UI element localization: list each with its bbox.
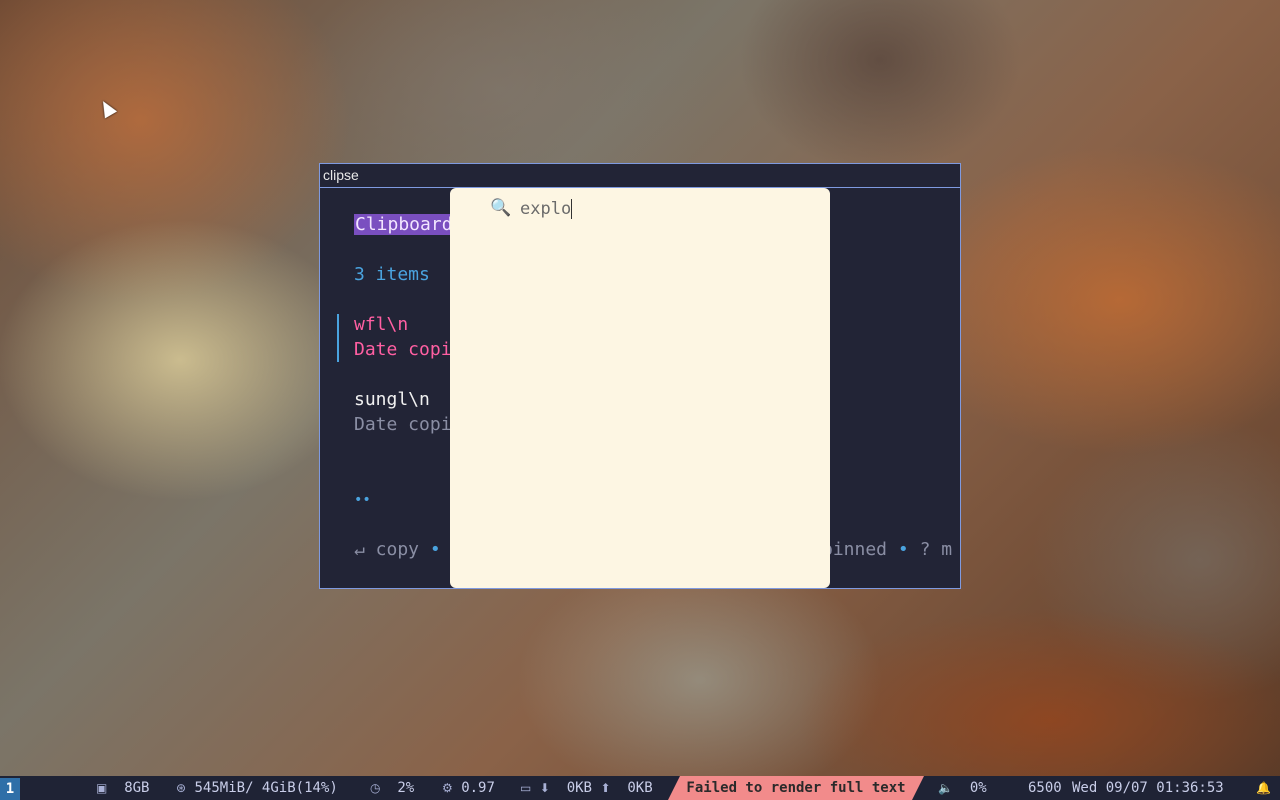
item-count: 3 items — [354, 264, 430, 285]
help-separator: • — [429, 539, 441, 560]
net-down-value: 0KB — [566, 780, 592, 796]
clipboard-item-2-text[interactable]: sungl\n — [354, 389, 430, 410]
help-copy-label: ↵ copy — [354, 539, 420, 560]
memory-value: 545MiB/ 4GiB(14%) — [194, 780, 338, 796]
disk-value: 8GB — [124, 780, 150, 796]
memory-icon: ⊛ — [176, 781, 187, 795]
color-temp-value: 6500 — [1028, 780, 1062, 796]
load-value: 0.97 — [461, 780, 495, 796]
search-popup[interactable]: 🔍 — [450, 188, 830, 588]
download-icon: ⬇ — [539, 781, 550, 795]
clipboard-item-1-date: Date copi — [354, 339, 452, 360]
cpu-icon: ◷ — [370, 781, 381, 795]
load-icon: ⚙ — [442, 781, 453, 795]
help-pinned-label: pinned — [822, 539, 888, 560]
window-title: clipse — [320, 164, 960, 188]
volume-value[interactable]: 0% — [970, 780, 987, 796]
pagination-dots: •• — [354, 492, 371, 508]
help-pinned-hint: pinned • ? m — [822, 539, 952, 560]
bell-icon[interactable]: 🔔 — [1256, 781, 1271, 795]
search-icon: 🔍 — [490, 198, 512, 218]
workspace-indicator[interactable]: 1 — [0, 778, 20, 800]
search-input[interactable] — [520, 198, 800, 220]
volume-icon: 🔈 — [938, 781, 953, 795]
text-caret — [571, 199, 572, 219]
error-message: Failed to render full text — [668, 776, 924, 800]
upload-icon: ⬆ — [600, 781, 611, 795]
disk-icon: ▣ — [96, 781, 108, 795]
network-icon: ▭ — [520, 781, 532, 795]
clipboard-header-badge: Clipboard — [354, 214, 454, 235]
clock: Wed 09/07 01:36:53 — [1072, 780, 1224, 796]
clipboard-item-2-date: Date copi — [354, 414, 452, 435]
clipboard-item-1-text[interactable]: wfl\n — [354, 314, 408, 335]
help-more-label: ? m — [919, 539, 953, 560]
help-copy-hint: ↵ copy • — [354, 539, 441, 560]
help-separator-2: • — [897, 539, 909, 560]
status-bar: 1 ▣ 8GB ⊛ 545MiB/ 4GiB(14%) ◷ 2% ⚙ 0.97 … — [0, 776, 1280, 800]
mouse-cursor — [96, 97, 118, 119]
selection-indicator — [337, 314, 339, 362]
net-up-value: 0KB — [627, 780, 653, 796]
cpu-value: 2% — [397, 780, 415, 796]
